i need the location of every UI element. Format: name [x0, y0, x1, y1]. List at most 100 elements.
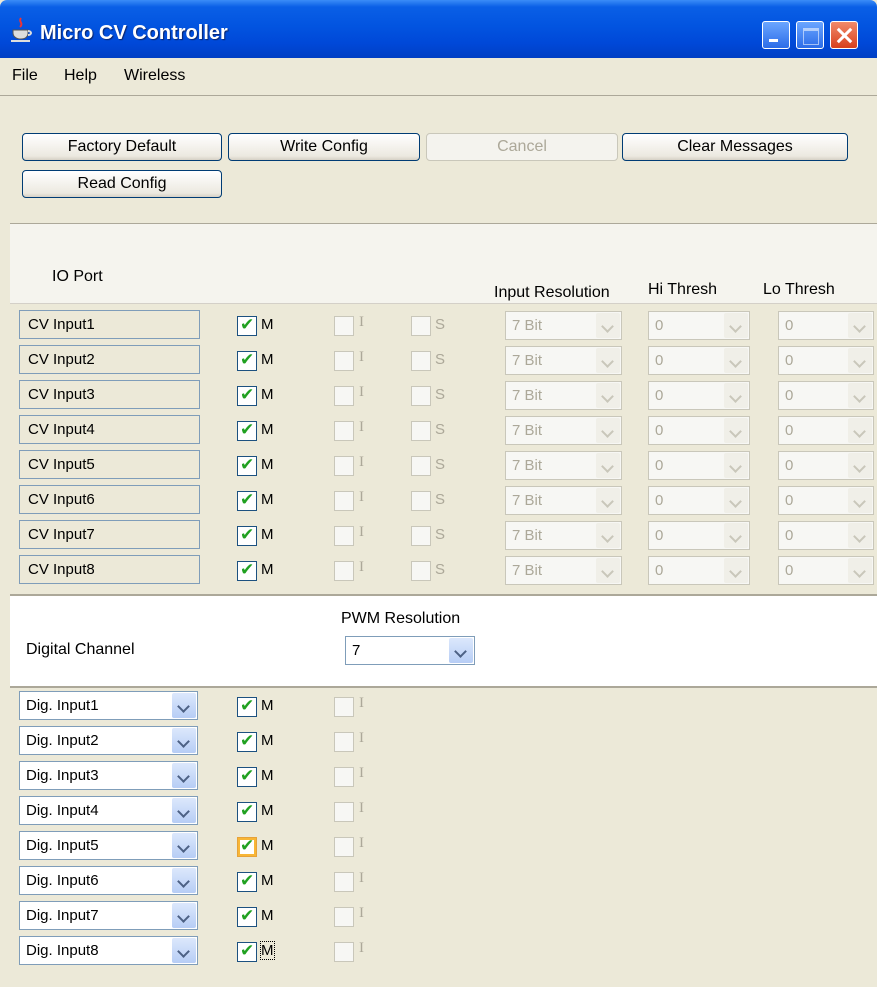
- chevron-down-icon[interactable]: [596, 558, 620, 583]
- invert-checkbox[interactable]: [334, 767, 354, 787]
- chevron-down-icon[interactable]: [596, 523, 620, 548]
- clear-messages-button[interactable]: Clear Messages: [622, 133, 848, 161]
- menu-wireless[interactable]: Wireless: [124, 67, 185, 85]
- chevron-down-icon[interactable]: [848, 418, 872, 443]
- input-resolution-select[interactable]: 7 Bit: [505, 521, 622, 550]
- lo-thresh-select[interactable]: 0: [778, 381, 874, 410]
- input-resolution-select[interactable]: 7 Bit: [505, 416, 622, 445]
- monitor-checkbox[interactable]: [237, 731, 257, 752]
- read-config-button[interactable]: Read Config: [22, 170, 222, 198]
- lo-thresh-select[interactable]: 0: [778, 521, 874, 550]
- chevron-down-icon[interactable]: [848, 558, 872, 583]
- hi-thresh-select[interactable]: 0: [648, 416, 750, 445]
- pwm-resolution-select[interactable]: 7: [345, 636, 475, 665]
- digital-input-select[interactable]: Dig. Input6: [19, 866, 198, 895]
- input-resolution-select[interactable]: 7 Bit: [505, 381, 622, 410]
- chevron-down-icon[interactable]: [848, 453, 872, 478]
- invert-checkbox[interactable]: [334, 907, 354, 927]
- monitor-checkbox[interactable]: [237, 696, 257, 717]
- digital-input-select[interactable]: Dig. Input8: [19, 936, 198, 965]
- hi-thresh-select[interactable]: 0: [648, 521, 750, 550]
- hi-thresh-select[interactable]: 0: [648, 556, 750, 585]
- invert-checkbox[interactable]: [334, 561, 354, 581]
- invert-checkbox[interactable]: [334, 491, 354, 511]
- chevron-down-icon[interactable]: [724, 348, 748, 373]
- switch-checkbox[interactable]: [411, 316, 431, 336]
- chevron-down-icon[interactable]: [172, 693, 196, 718]
- monitor-checkbox[interactable]: [237, 350, 257, 371]
- minimize-button[interactable]: [762, 21, 790, 49]
- lo-thresh-select[interactable]: 0: [778, 416, 874, 445]
- switch-checkbox[interactable]: [411, 491, 431, 511]
- title-bar[interactable]: Micro CV Controller: [0, 0, 877, 58]
- chevron-down-icon[interactable]: [596, 313, 620, 338]
- digital-input-select[interactable]: Dig. Input2: [19, 726, 198, 755]
- digital-input-select[interactable]: Dig. Input7: [19, 901, 198, 930]
- chevron-down-icon[interactable]: [596, 383, 620, 408]
- lo-thresh-select[interactable]: 0: [778, 346, 874, 375]
- switch-checkbox[interactable]: [411, 351, 431, 371]
- invert-checkbox[interactable]: [334, 351, 354, 371]
- chevron-down-icon[interactable]: [724, 383, 748, 408]
- invert-checkbox[interactable]: [334, 942, 354, 962]
- chevron-down-icon[interactable]: [596, 453, 620, 478]
- monitor-checkbox[interactable]: [237, 871, 257, 892]
- chevron-down-icon[interactable]: [172, 833, 196, 858]
- digital-input-select[interactable]: Dig. Input5: [19, 831, 198, 860]
- switch-checkbox[interactable]: [411, 526, 431, 546]
- monitor-checkbox[interactable]: [237, 490, 257, 511]
- digital-input-select[interactable]: Dig. Input3: [19, 761, 198, 790]
- switch-checkbox[interactable]: [411, 421, 431, 441]
- invert-checkbox[interactable]: [334, 316, 354, 336]
- cancel-button[interactable]: Cancel: [426, 133, 618, 161]
- monitor-checkbox[interactable]: [237, 315, 257, 336]
- lo-thresh-select[interactable]: 0: [778, 486, 874, 515]
- hi-thresh-select[interactable]: 0: [648, 311, 750, 340]
- invert-checkbox[interactable]: [334, 697, 354, 717]
- chevron-down-icon[interactable]: [449, 638, 473, 663]
- invert-checkbox[interactable]: [334, 837, 354, 857]
- input-resolution-select[interactable]: 7 Bit: [505, 451, 622, 480]
- chevron-down-icon[interactable]: [848, 348, 872, 373]
- monitor-checkbox[interactable]: [237, 836, 257, 857]
- monitor-checkbox[interactable]: [237, 525, 257, 546]
- monitor-checkbox[interactable]: [237, 766, 257, 787]
- chevron-down-icon[interactable]: [724, 558, 748, 583]
- digital-input-select[interactable]: Dig. Input4: [19, 796, 198, 825]
- input-resolution-select[interactable]: 7 Bit: [505, 346, 622, 375]
- lo-thresh-select[interactable]: 0: [778, 311, 874, 340]
- menu-help[interactable]: Help: [64, 67, 97, 85]
- chevron-down-icon[interactable]: [848, 488, 872, 513]
- chevron-down-icon[interactable]: [724, 488, 748, 513]
- close-button[interactable]: [830, 21, 858, 49]
- invert-checkbox[interactable]: [334, 456, 354, 476]
- monitor-checkbox[interactable]: [237, 801, 257, 822]
- chevron-down-icon[interactable]: [172, 938, 196, 963]
- input-resolution-select[interactable]: 7 Bit: [505, 311, 622, 340]
- chevron-down-icon[interactable]: [848, 383, 872, 408]
- maximize-button[interactable]: [796, 21, 824, 49]
- monitor-checkbox[interactable]: [237, 420, 257, 441]
- menu-file[interactable]: File: [12, 67, 38, 85]
- monitor-checkbox[interactable]: [237, 941, 257, 962]
- write-config-button[interactable]: Write Config: [228, 133, 420, 161]
- chevron-down-icon[interactable]: [172, 798, 196, 823]
- input-resolution-select[interactable]: 7 Bit: [505, 556, 622, 585]
- chevron-down-icon[interactable]: [596, 348, 620, 373]
- monitor-checkbox[interactable]: [237, 906, 257, 927]
- monitor-checkbox[interactable]: [237, 560, 257, 581]
- chevron-down-icon[interactable]: [724, 313, 748, 338]
- monitor-checkbox[interactable]: [237, 385, 257, 406]
- lo-thresh-select[interactable]: 0: [778, 556, 874, 585]
- hi-thresh-select[interactable]: 0: [648, 346, 750, 375]
- invert-checkbox[interactable]: [334, 526, 354, 546]
- chevron-down-icon[interactable]: [596, 488, 620, 513]
- chevron-down-icon[interactable]: [848, 313, 872, 338]
- chevron-down-icon[interactable]: [172, 868, 196, 893]
- switch-checkbox[interactable]: [411, 456, 431, 476]
- invert-checkbox[interactable]: [334, 386, 354, 406]
- chevron-down-icon[interactable]: [172, 763, 196, 788]
- invert-checkbox[interactable]: [334, 421, 354, 441]
- chevron-down-icon[interactable]: [172, 728, 196, 753]
- chevron-down-icon[interactable]: [172, 903, 196, 928]
